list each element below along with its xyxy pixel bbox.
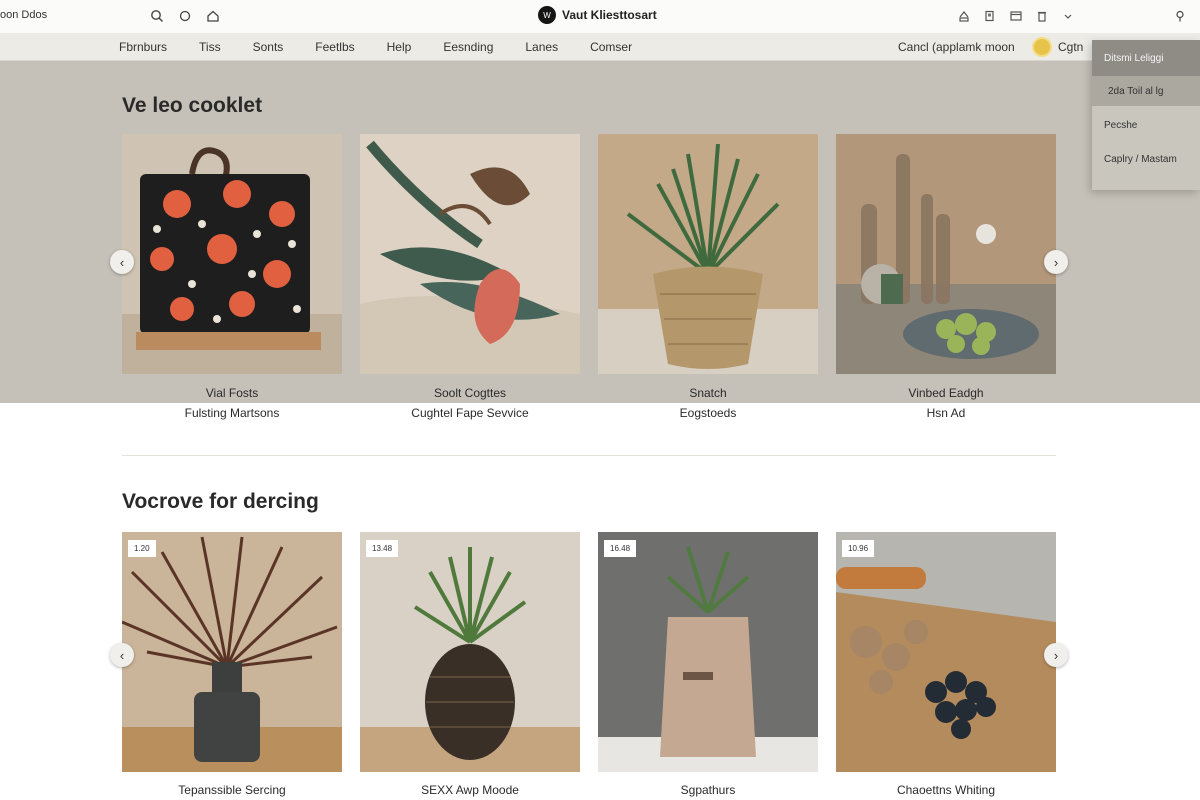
product-subtitle: Hsn Ad (926, 406, 966, 420)
avatar[interactable] (1032, 37, 1052, 57)
product-subtitle: Eogstoeds (679, 406, 737, 420)
product-image-palm[interactable] (122, 532, 342, 772)
chevron-right-icon: › (1053, 647, 1059, 663)
dropdown-item-label: Ditsmi Leliggi (1104, 52, 1164, 64)
product-title[interactable]: Snatch (598, 386, 818, 400)
product-image-pineapple-vase[interactable] (360, 532, 580, 772)
dropdown-item-2[interactable]: 2da Toil al lg (1092, 76, 1200, 106)
product-image-leaves[interactable] (360, 134, 580, 374)
product-subtitle: Cughtel Fape Sevvice (411, 406, 529, 420)
carousel-next-button[interactable]: › (1044, 250, 1068, 274)
account-dropdown: Ditsmi Leliggi 2da Toil al lg Pecshe Cap… (1092, 40, 1200, 190)
dropdown-item-label: Pecshe (1104, 120, 1138, 131)
account-link[interactable]: Cancl (applamk moon (898, 40, 1015, 54)
main-nav: Fbrnburs Tiss Sonts Feetlbs Help Eesndin… (0, 33, 1200, 61)
nav-item-1[interactable]: Fbrnburs (119, 40, 167, 54)
nav-item-7[interactable]: Lanes (525, 40, 558, 54)
chevron-left-icon: ‹ (119, 254, 125, 270)
carousel-prev-button[interactable]: ‹ (110, 250, 134, 274)
product-title[interactable]: Tepanssible Sercing (122, 783, 342, 797)
product-image-plant-basket[interactable] (598, 134, 818, 374)
header-left-icons (149, 8, 221, 24)
nav-item-8[interactable]: Comser (590, 40, 632, 54)
product-image-bottles[interactable] (836, 134, 1056, 374)
window-icon[interactable] (1008, 8, 1024, 24)
product-title[interactable]: Sgpathurs (598, 783, 818, 797)
dropdown-item-label: 2da Toil al lg (1108, 85, 1164, 97)
product-image-food-board[interactable] (836, 532, 1056, 772)
carousel-prev-button[interactable]: ‹ (110, 643, 134, 667)
pin-icon[interactable] (1172, 8, 1188, 24)
trash-icon[interactable] (1034, 8, 1050, 24)
brand[interactable]: W Vaut Kliesttosart (538, 6, 657, 24)
dropdown-item-1[interactable]: Ditsmi Leliggi (1092, 40, 1200, 76)
product-image-bag[interactable] (122, 134, 342, 374)
nav-item-4[interactable]: Feetlbs (315, 40, 354, 54)
chevron-down-icon[interactable] (1060, 8, 1076, 24)
chevron-left-icon: ‹ (119, 647, 125, 663)
product-image-paper-bag[interactable] (598, 532, 818, 772)
product-subtitle: Fulsting Martsons (184, 406, 280, 420)
share-icon[interactable] (956, 8, 972, 24)
price-badge: 10.96 (842, 540, 875, 557)
home-icon[interactable] (205, 8, 221, 24)
section-title: Vocrove for dercing (122, 490, 319, 513)
brand-name: Vaut Kliesttosart (562, 8, 657, 22)
header-right-icons (956, 8, 1076, 24)
dropdown-item-4[interactable]: Caplry / Mastam (1092, 154, 1200, 165)
product-title[interactable]: Vial Fosts (122, 386, 342, 400)
section-title: Ve leo cooklet (122, 94, 263, 117)
product-title[interactable]: Vinbed Eadgh (836, 386, 1056, 400)
section-divider (122, 455, 1056, 456)
circle-icon[interactable] (177, 8, 193, 24)
search-icon[interactable] (149, 8, 165, 24)
chevron-right-icon: › (1053, 254, 1059, 270)
header-left-text[interactable]: oon Ddos (0, 9, 47, 21)
nav-menu: Fbrnburs Tiss Sonts Feetlbs Help Eesndin… (119, 40, 664, 54)
dropdown-item-label: Caplry / Mastam (1104, 154, 1177, 165)
dropdown-item-3[interactable]: Pecshe (1092, 120, 1200, 131)
product-title[interactable]: Chaoettns Whiting (836, 783, 1056, 797)
brand-logo: W (538, 6, 556, 24)
copy-icon[interactable] (982, 8, 998, 24)
account-name[interactable]: Cgtn (1058, 40, 1083, 54)
price-badge: 13.48 (366, 540, 399, 557)
price-badge: 1.20 (128, 540, 156, 557)
product-title[interactable]: SEXX Awp Moode (360, 783, 580, 797)
price-badge: 16.48 (604, 540, 637, 557)
nav-item-6[interactable]: Eesnding (443, 40, 493, 54)
nav-item-2[interactable]: Tiss (199, 40, 221, 54)
product-title[interactable]: Soolt Cogttes (360, 386, 580, 400)
nav-item-3[interactable]: Sonts (253, 40, 284, 54)
carousel-next-button[interactable]: › (1044, 643, 1068, 667)
nav-item-5[interactable]: Help (387, 40, 412, 54)
top-header: oon Ddos W Vaut Kliesttosart (0, 0, 1200, 33)
